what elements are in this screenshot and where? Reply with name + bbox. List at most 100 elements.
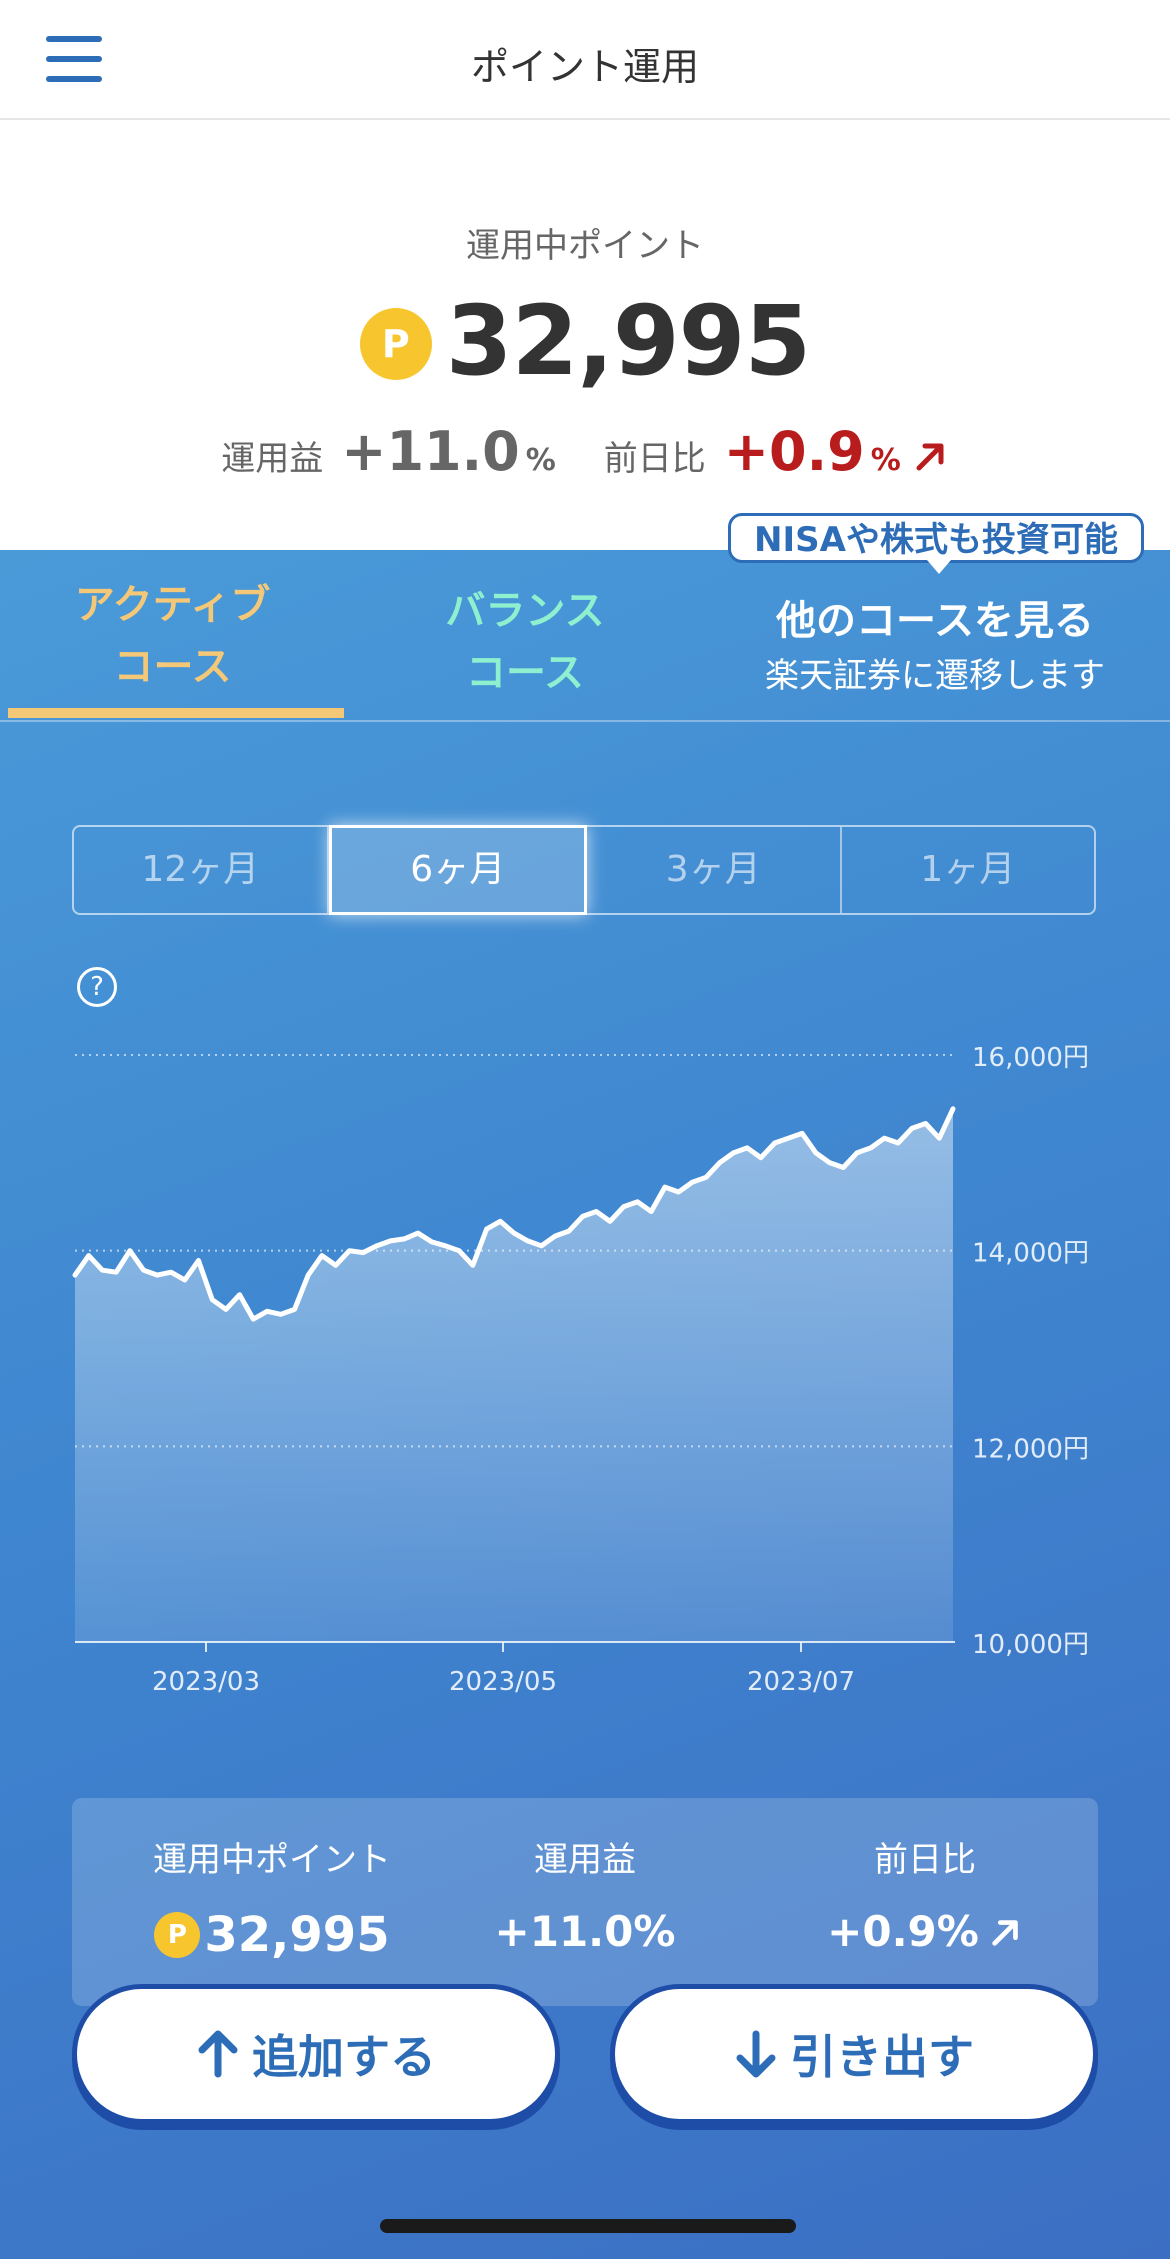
chart-data-point: [539, 1244, 543, 1248]
chart-data-point: [430, 1240, 434, 1244]
chart-data-point: [114, 1270, 118, 1274]
course-section: アクティブ コース バランス コース 他のコースを見る 楽天証券に遷移します N…: [0, 513, 1170, 2259]
panel-points-row: P 32,995: [72, 1907, 472, 1963]
chart-data-point: [100, 1268, 104, 1272]
chart-data-point: [293, 1307, 296, 1311]
chart-data-point: [183, 1278, 187, 1282]
arrow-up-icon: [198, 2030, 238, 2078]
chart-data-point: [704, 1175, 708, 1179]
points-summary: 運用中ポイント P 32,995 運用益 +11.0 % 前日比 +0.9 %: [0, 120, 1170, 550]
chart-data-point: [471, 1263, 475, 1267]
withdraw-points-button[interactable]: 引き出す: [610, 1984, 1098, 2124]
chart-data-point: [457, 1249, 461, 1253]
chart-data-point: [869, 1146, 873, 1150]
y-tick-label: 14,000円: [972, 1239, 1089, 1269]
chart-data-point: [581, 1214, 585, 1218]
gain-unit: %: [525, 443, 556, 478]
chart-data-point: [485, 1227, 489, 1231]
up-right-arrow-icon: [916, 443, 944, 470]
chart-data-point: [745, 1146, 749, 1150]
chart-data-point: [210, 1298, 214, 1302]
chart-data-point: [402, 1237, 406, 1241]
chart-data-point: [306, 1273, 310, 1277]
chart-data-point: [896, 1141, 900, 1145]
y-tick-label: 10,000円: [972, 1630, 1089, 1660]
chart-data-point: [265, 1309, 269, 1313]
chart-data-point: [649, 1210, 653, 1213]
chart-data-point: [347, 1249, 351, 1253]
chart-data-point: [951, 1107, 955, 1111]
chart-data-point: [882, 1136, 886, 1140]
chart-data-point: [361, 1251, 365, 1255]
performance-chart: 16,000円 14,000円 12,000円 10,000円 2023/03 2023/…: [72, 1043, 1089, 1697]
chart-data-point: [512, 1231, 516, 1235]
panel-points-value: 32,995: [204, 1907, 390, 1963]
chart-data-point: [251, 1317, 255, 1321]
chart-data-point: [279, 1312, 283, 1316]
x-tick-label: 2023/07: [747, 1667, 855, 1697]
chart-data-point: [800, 1131, 804, 1135]
withdraw-button-label: 引き出す: [790, 2030, 974, 2084]
chart-data-point: [677, 1190, 681, 1194]
summary-points-row: P 32,995: [0, 285, 1170, 397]
y-tick-label: 12,000円: [972, 1434, 1089, 1464]
home-indicator: [380, 2219, 796, 2233]
chart-data-point: [443, 1244, 447, 1248]
chart-data-point: [73, 1273, 77, 1277]
chart-data-point: [828, 1161, 831, 1165]
chart-data-point: [814, 1151, 818, 1155]
chart-data-point: [718, 1161, 722, 1165]
chart-data-point: [663, 1185, 667, 1189]
chart-data-point: [238, 1293, 242, 1297]
panel-gain-label: 運用益: [534, 1840, 636, 1880]
panel-day-row: +0.9%: [752, 1907, 1098, 1956]
chart-data-point: [553, 1234, 557, 1238]
chart-data-point: [594, 1210, 598, 1213]
chart-data-point: [142, 1268, 146, 1272]
chart-data-point: [389, 1239, 392, 1243]
chart-data-point: [498, 1219, 502, 1223]
panel-day-value: +0.9%: [827, 1907, 979, 1956]
chart-data-point: [608, 1219, 612, 1223]
x-tick-label: 2023/03: [152, 1667, 260, 1697]
chart-data-point: [841, 1166, 845, 1169]
day-change-label: 前日比: [603, 439, 706, 479]
page-title: ポイント運用: [470, 45, 699, 89]
add-button-label: 追加する: [252, 2030, 436, 2084]
chart-data-point: [773, 1141, 777, 1145]
point-coin-small-icon: P: [154, 1912, 201, 1958]
chart-data-point: [937, 1136, 941, 1140]
chart-data-point: [690, 1180, 694, 1184]
y-tick-label: 16,000円: [972, 1043, 1089, 1073]
app-header: ポイント運用: [0, 0, 1170, 120]
day-change-unit: %: [870, 443, 901, 478]
day-change-value: +0.9: [723, 420, 865, 483]
panel-gain-col: 運用益 +11.0%: [422, 1832, 748, 1956]
panel-day-col: 前日比 +0.9%: [752, 1832, 1098, 1956]
chart-data-point: [636, 1200, 639, 1204]
gain-value: +11.0: [341, 420, 520, 483]
chart-data-point: [416, 1231, 420, 1235]
chart-data-point: [197, 1259, 200, 1262]
chart-area-fill: [75, 1108, 953, 1642]
chart-data-point: [334, 1263, 338, 1267]
chart-data-point: [622, 1205, 626, 1209]
summary-label: 運用中ポイント: [466, 226, 704, 266]
chart-data-point: [567, 1229, 571, 1233]
chart-data-point: [320, 1254, 324, 1258]
point-coin-icon: P: [359, 308, 432, 380]
chart-data-point: [732, 1151, 735, 1155]
summary-points-value: 32,995: [445, 285, 811, 397]
gain-label: 運用益: [221, 439, 324, 479]
chart-data-point: [526, 1239, 530, 1243]
panel-points-label: 運用中ポイント: [153, 1840, 391, 1880]
x-tick-label: 2023/05: [449, 1667, 557, 1697]
chart-data-point: [855, 1151, 859, 1155]
chart-data-point: [155, 1273, 159, 1277]
chart-data-point: [375, 1244, 379, 1248]
chart-data-point: [169, 1270, 173, 1274]
panel-gain-value: +11.0%: [494, 1907, 676, 1956]
add-points-button[interactable]: 追加する: [72, 1984, 560, 2124]
chart-data-point: [910, 1126, 914, 1130]
chart-data-point: [128, 1249, 132, 1253]
